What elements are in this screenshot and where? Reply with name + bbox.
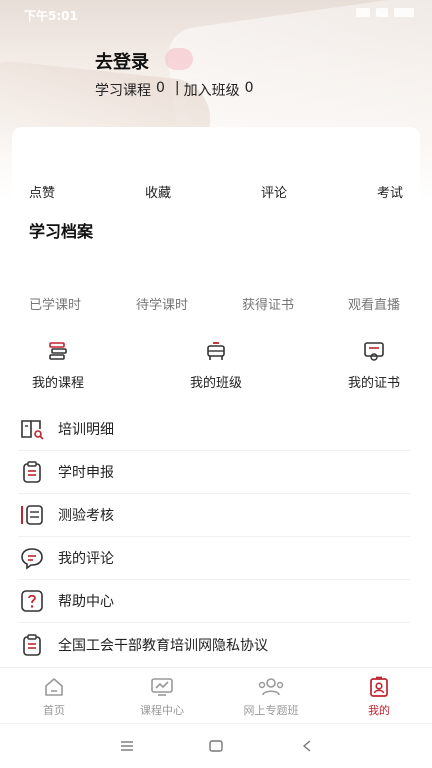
quick-my-certificates[interactable]: 我的证书 bbox=[334, 340, 414, 391]
menu-label: 学时申报 bbox=[58, 465, 114, 481]
archive-stats: 已学课时 待学课时 获得证书 观看直播 bbox=[0, 294, 432, 313]
tab-label: 网上专题班 bbox=[243, 704, 299, 717]
tab-home[interactable]: 首页 bbox=[9, 676, 99, 718]
book-search-icon bbox=[18, 415, 46, 443]
quick-label: 我的班级 bbox=[189, 376, 242, 391]
action-comment[interactable]: 评论 bbox=[261, 182, 287, 201]
quick-my-classes[interactable]: 我的班级 bbox=[176, 340, 256, 391]
action-exam[interactable]: 考试 bbox=[377, 182, 403, 201]
books-icon bbox=[49, 342, 67, 360]
battery-icon bbox=[394, 8, 414, 17]
tab-label: 课程中心 bbox=[140, 704, 184, 717]
action-like[interactable]: 点赞 bbox=[29, 182, 55, 201]
tab-label: 我的 bbox=[368, 704, 390, 717]
menu-label: 全国工会干部教育培训网隐私协议 bbox=[58, 637, 268, 654]
actions-row: 点赞 收藏 评论 考试 bbox=[0, 182, 432, 201]
login-block[interactable]: 去登录 bbox=[95, 48, 193, 74]
stat-pending-hours[interactable]: 待学课时 bbox=[136, 294, 188, 313]
stat-certificates[interactable]: 获得证书 bbox=[242, 294, 294, 313]
tab-course-center[interactable]: 课程中心 bbox=[117, 676, 207, 718]
quick-label: 我的课程 bbox=[31, 376, 84, 391]
menu-label: 帮助中心 bbox=[58, 594, 114, 610]
menu-item-hours-report[interactable]: 学时申报 bbox=[18, 451, 410, 494]
tab-label: 首页 bbox=[43, 704, 65, 717]
menu-label: 我的评论 bbox=[58, 551, 114, 567]
menu-label: 测验考核 bbox=[58, 508, 114, 524]
avatar-placeholder bbox=[165, 48, 193, 70]
menu-icon[interactable] bbox=[115, 736, 139, 756]
certificate-icon bbox=[364, 342, 384, 361]
system-nav-bar bbox=[0, 723, 432, 768]
stats-separator: | bbox=[174, 80, 180, 96]
menu-item-help-center[interactable]: 帮助中心 bbox=[18, 580, 410, 623]
chat-bubble-icon bbox=[18, 544, 46, 572]
home-icon bbox=[45, 678, 63, 696]
stat-learned-hours[interactable]: 已学课时 bbox=[29, 294, 81, 313]
quick-label: 我的证书 bbox=[347, 376, 400, 391]
question-icon bbox=[18, 587, 46, 615]
clipboard-icon bbox=[18, 458, 46, 486]
back-icon[interactable] bbox=[295, 736, 319, 756]
classes-label: 加入班级 bbox=[183, 83, 240, 99]
home-square-icon[interactable] bbox=[204, 736, 228, 756]
archive-title: 学习档案 bbox=[29, 222, 94, 241]
courses-count: 0 bbox=[156, 80, 165, 96]
classroom-icon bbox=[207, 342, 225, 360]
status-bar: 下午5:01 bbox=[0, 0, 432, 30]
stat-live[interactable]: 观看直播 bbox=[348, 294, 400, 313]
login-link[interactable]: 去登录 bbox=[95, 48, 149, 74]
menu-list: 培训明细 学时申报 测验考核 我的评论 帮助中心 全国工会干部教育培训网隐私协议 bbox=[18, 408, 410, 666]
courses-label: 学习课程 bbox=[95, 83, 151, 99]
quick-my-courses[interactable]: 我的课程 bbox=[18, 340, 98, 391]
bottom-tab-bar: 首页 课程中心 网上专题班 我的 bbox=[0, 667, 432, 723]
tab-online-class[interactable]: 网上专题班 bbox=[226, 676, 316, 718]
profile-stats: 学习课程 0 | 加入班级 0 bbox=[95, 80, 254, 100]
profile-badge-icon bbox=[370, 676, 388, 697]
pencil-list-icon bbox=[18, 501, 46, 529]
menu-item-quiz-assessment[interactable]: 测验考核 bbox=[18, 494, 410, 537]
tab-mine[interactable]: 我的 bbox=[334, 676, 424, 718]
wifi-icon bbox=[376, 8, 388, 17]
signal-icon bbox=[356, 8, 370, 17]
menu-label: 培训明细 bbox=[58, 422, 114, 438]
action-favorite[interactable]: 收藏 bbox=[145, 182, 171, 201]
group-icon bbox=[258, 678, 284, 696]
clipboard-icon bbox=[18, 631, 46, 659]
status-icons bbox=[356, 8, 414, 17]
menu-item-privacy-policy[interactable]: 全国工会干部教育培训网隐私协议 bbox=[18, 623, 410, 666]
menu-item-training-details[interactable]: 培训明细 bbox=[18, 408, 410, 451]
screen-chart-icon bbox=[151, 678, 173, 696]
status-time: 下午5:01 bbox=[24, 9, 78, 23]
classes-count: 0 bbox=[244, 80, 254, 96]
menu-item-my-comments[interactable]: 我的评论 bbox=[18, 537, 410, 580]
quick-links: 我的课程 我的班级 我的证书 bbox=[0, 340, 432, 391]
